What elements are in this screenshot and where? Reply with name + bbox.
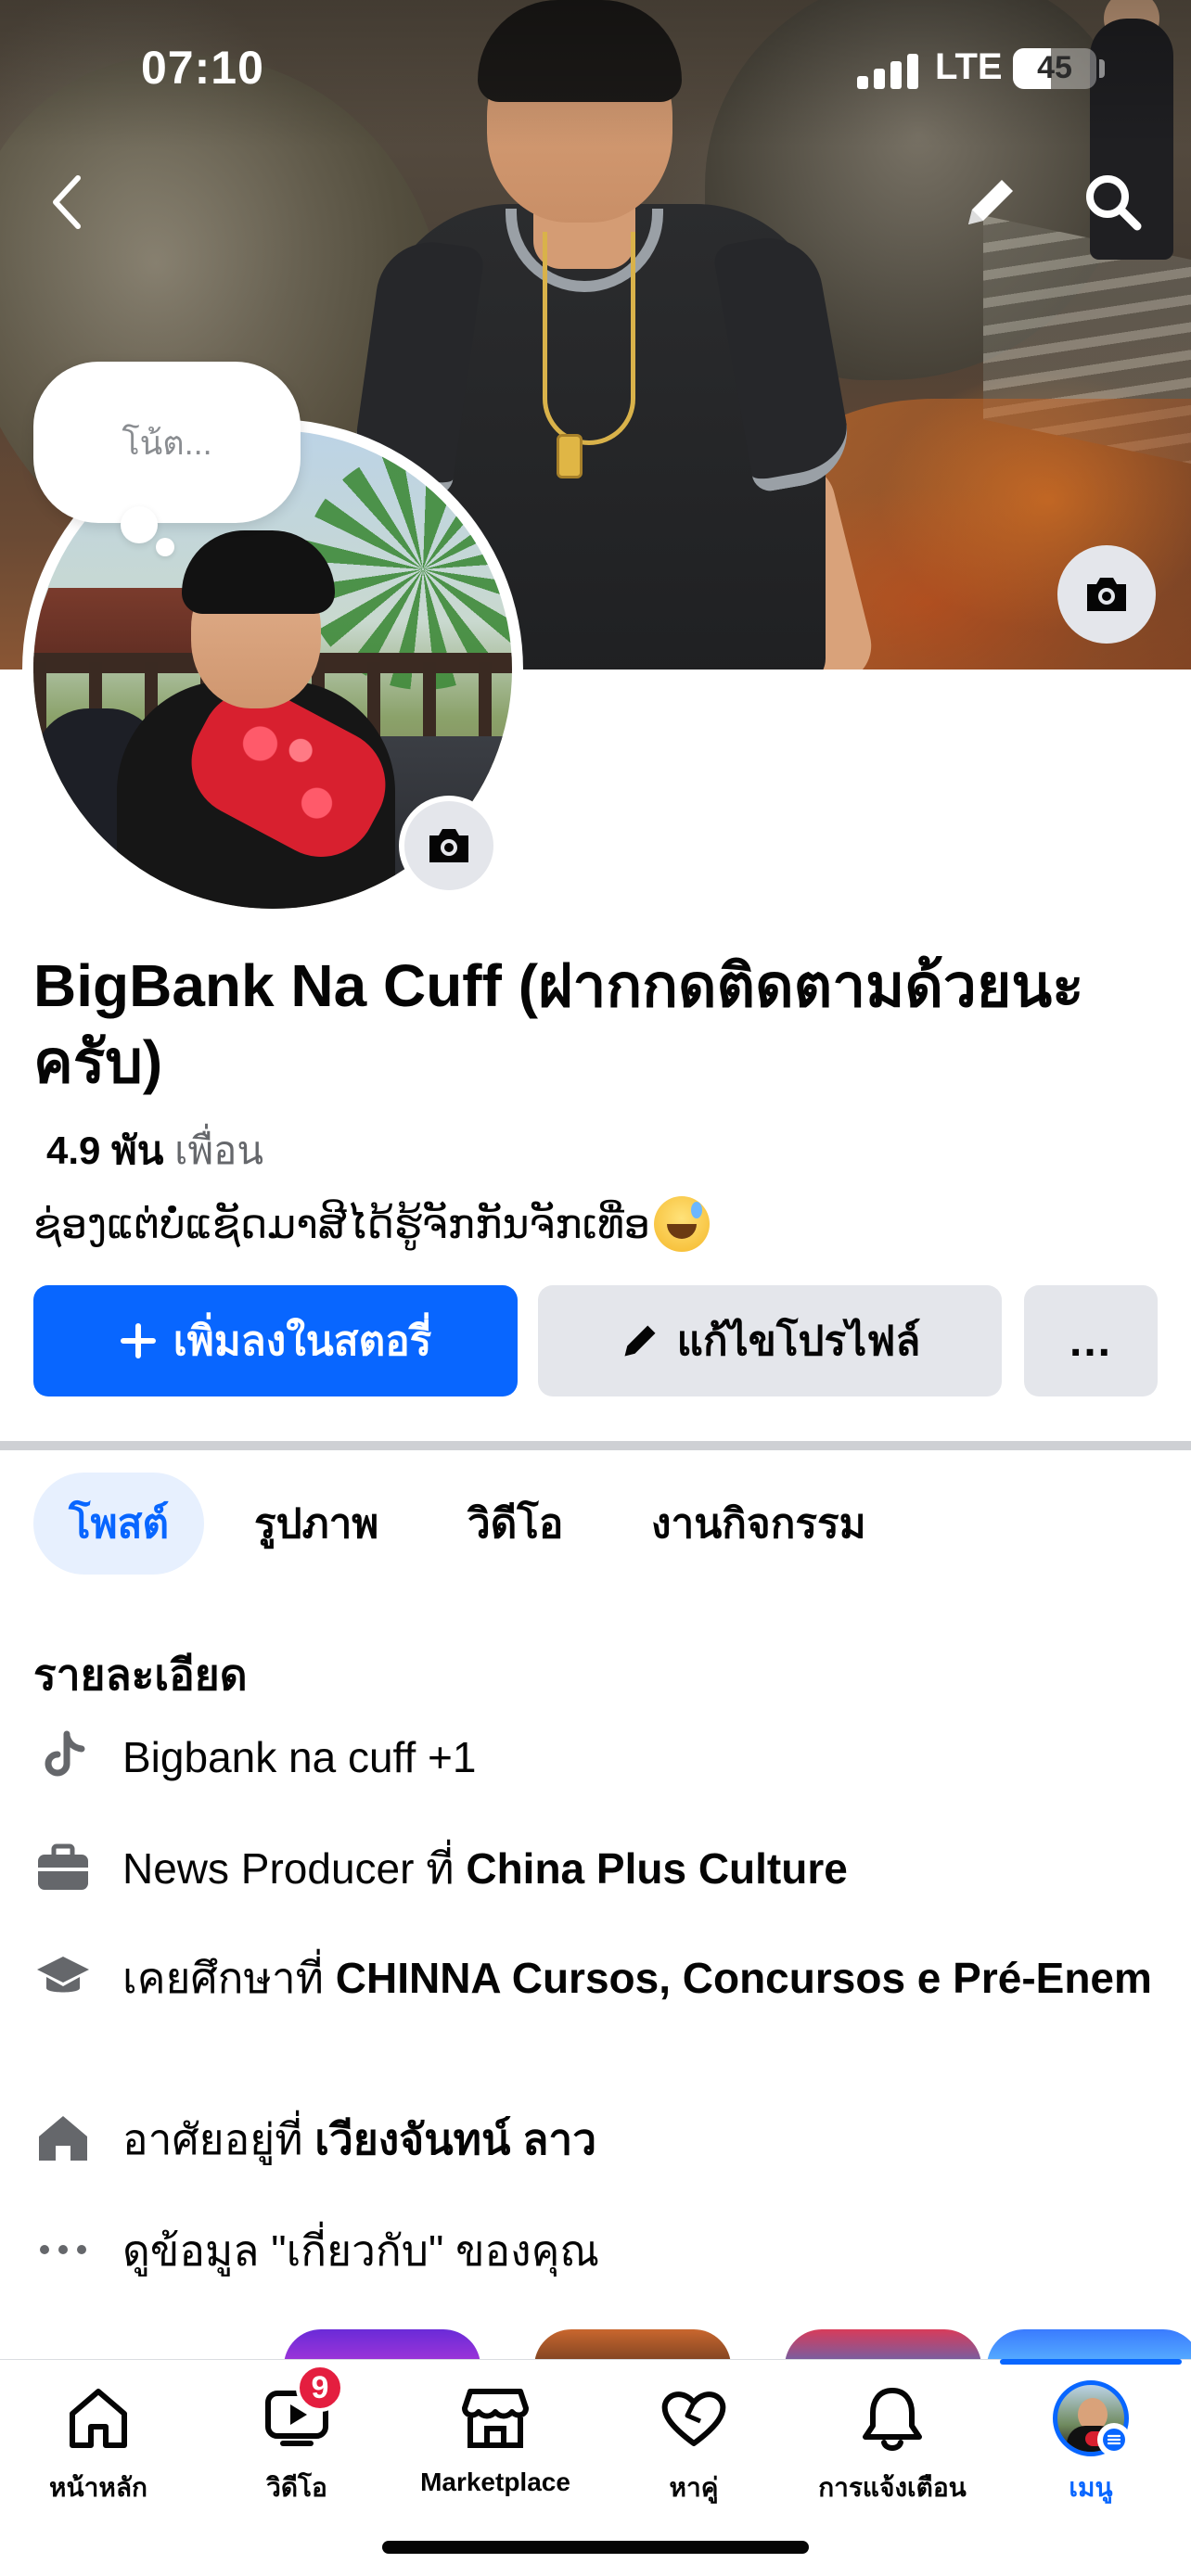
home-icon <box>57 2377 140 2460</box>
detail-education: เคยศึกษาที่ CHINNA Cursos, Concursos e P… <box>33 1949 1165 2007</box>
tiktok-icon <box>33 1727 93 1786</box>
heart-icon <box>652 2377 736 2460</box>
search-button[interactable] <box>1074 163 1152 241</box>
tab-posts[interactable]: โพสต์ <box>33 1473 205 1575</box>
detail-work: News Producer ที่ China Plus Culture <box>33 1840 1165 1897</box>
edit-profile-button[interactable]: แก้ไขโปรไฟล์ <box>538 1285 1002 1396</box>
detail-home: อาศัยอยู่ที่ เวียงจันทน์ ลาว <box>33 2111 1165 2168</box>
nav-marketplace[interactable]: Marketplace <box>412 2377 579 2497</box>
detail-tiktok[interactable]: Bigbank na cuff +1 <box>33 1728 1165 1786</box>
bell-icon <box>851 2377 934 2460</box>
tab-videos[interactable]: วิดีโอ <box>467 1473 563 1575</box>
back-button[interactable] <box>28 163 106 241</box>
avatar-camera-button[interactable] <box>399 796 499 896</box>
ellipsis-icon <box>33 2220 93 2279</box>
nav-video[interactable]: 9 วิดีโอ <box>213 2364 380 2508</box>
friends-count: 4.9 พัน <box>46 1129 164 1172</box>
status-time: 07:10 <box>141 42 264 94</box>
add-to-story-label: เพิ่มลงในสตอรี่ <box>173 1319 432 1364</box>
menu-lines-icon <box>1097 2423 1131 2456</box>
chevron-left-icon <box>53 175 81 229</box>
profile-screen: 07:10 LTE 45 โน้ต... BigBank Na Cuff (ฝา… <box>0 0 1191 2576</box>
add-to-story-button[interactable]: เพิ่มลงในสตอรี่ <box>33 1285 518 1396</box>
tab-events[interactable]: งานกิจกรรม <box>651 1473 866 1575</box>
friends-label: เพื่อน <box>174 1129 264 1172</box>
education-prefix: เคยศึกษาที่ <box>122 1954 336 2002</box>
nav-menu[interactable]: เมนู <box>1007 2377 1174 2508</box>
pencil-icon <box>968 180 1013 224</box>
search-icon <box>1086 175 1142 231</box>
video-icon: 9 <box>255 2364 344 2460</box>
network-type: LTE <box>935 46 1003 87</box>
battery-icon: 45 <box>1013 48 1096 89</box>
education-place[interactable]: CHINNA Cursos, Concursos e Pré-Enem <box>336 1954 1152 2002</box>
work-prefix: News Producer ที่ <box>122 1844 467 1893</box>
camera-icon <box>429 829 468 862</box>
video-badge: 9 <box>296 2364 344 2412</box>
nav-home[interactable]: หน้าหลัก <box>15 2377 182 2508</box>
profile-bio: ຊ່ອງແຕ່ບໍ່ແຊັດມາສີໄດ້ຮູ້ຈັກກັນຈັກເທື່ອ <box>33 1196 710 1252</box>
active-tab-indicator <box>1000 2359 1182 2365</box>
home-place[interactable]: เวียงจันทน์ ลาว <box>314 2115 596 2163</box>
bio-text: ຊ່ອງແຕ່ບໍ່ແຊັດມາສີໄດ້ຮູ້ຈັກກັນຈັກເທື່ອ <box>33 1201 650 1247</box>
edit-profile-label: แก้ไขโปรไฟล์ <box>676 1319 921 1364</box>
nav-dating[interactable]: หาคู่ <box>610 2377 777 2508</box>
friends-count-link[interactable]: 4.9 พัน เพื่อน <box>46 1120 263 1181</box>
battery-level: 45 <box>1037 50 1072 85</box>
home-prefix: อาศัยอยู่ที่ <box>122 2115 315 2163</box>
details-title: รายละเอียด <box>33 1651 248 1699</box>
avatar-menu-icon <box>1049 2377 1133 2460</box>
graduation-cap-icon <box>33 1947 93 2007</box>
shop-icon <box>454 2377 537 2460</box>
note-bubble[interactable]: โน้ต... <box>33 362 301 523</box>
pencil-icon <box>624 1325 656 1357</box>
plus-icon <box>120 1323 156 1358</box>
section-divider <box>0 1441 1191 1450</box>
signal-icon <box>857 52 922 89</box>
tab-photos[interactable]: รูปภาพ <box>254 1473 378 1575</box>
note-placeholder: โน้ต... <box>122 423 212 462</box>
grinning-face-with-sweat-icon <box>653 1196 710 1252</box>
profile-name: BigBank Na Cuff (ฝากกดติดตามด้วยนะครับ) <box>33 952 1084 1095</box>
house-icon <box>33 2109 93 2168</box>
more-label: ... <box>1069 1316 1112 1366</box>
detail-about-link[interactable]: ดูข้อมูล "เกี่ยวกับ" ของคุณ <box>33 2222 1165 2279</box>
briefcase-icon <box>33 1838 93 1897</box>
work-place[interactable]: China Plus Culture <box>466 1844 847 1893</box>
camera-icon <box>1087 578 1126 611</box>
home-indicator[interactable] <box>382 2541 809 2554</box>
nav-notifications[interactable]: การแจ้งเตือน <box>809 2377 976 2508</box>
cover-camera-button[interactable] <box>1057 545 1156 644</box>
more-options-button[interactable]: ... <box>1024 1285 1158 1396</box>
edit-cover-button[interactable] <box>952 163 1030 241</box>
